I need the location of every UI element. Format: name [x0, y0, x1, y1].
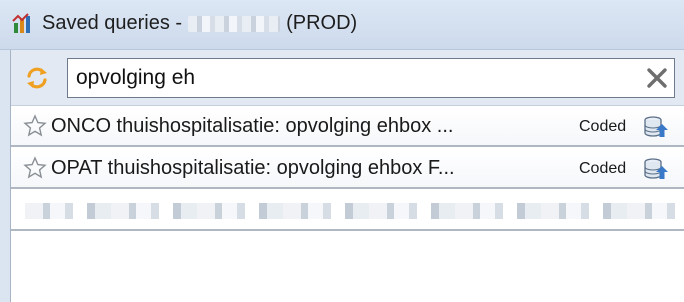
window-title-prefix: Saved queries -	[42, 12, 183, 34]
refresh-icon[interactable]	[25, 66, 49, 90]
window-title: Saved queries - (PROD)	[42, 12, 357, 35]
query-name: ONCO thuishospitalisatie: opvolging ehbo…	[51, 115, 454, 137]
star-outline-icon[interactable]	[23, 114, 47, 138]
database-upload-icon[interactable]	[643, 157, 669, 181]
status-label: Coded	[579, 160, 627, 177]
redacted-database-name	[188, 15, 281, 32]
list-item[interactable]: OPAT thuishospitalisatie: opvolging ehbo…	[11, 149, 684, 189]
title-bar: Saved queries - (PROD)	[0, 0, 684, 50]
redacted-content	[25, 203, 675, 219]
search-bar	[11, 50, 684, 106]
window-title-suffix: (PROD)	[286, 12, 358, 34]
search-input[interactable]	[67, 58, 675, 98]
database-upload-icon[interactable]	[643, 115, 669, 139]
saved-queries-window: Saved queries - (PROD) ONCO thuishospita…	[0, 0, 684, 302]
query-panel: ONCO thuishospitalisatie: opvolging ehbo…	[10, 50, 684, 302]
close-icon[interactable]	[643, 64, 671, 92]
app-icon	[12, 13, 30, 33]
query-name: OPAT thuishospitalisatie: opvolging ehbo…	[51, 157, 455, 179]
list-item[interactable]: ONCO thuishospitalisatie: opvolging ehbo…	[11, 107, 684, 147]
redacted-list-item[interactable]	[11, 191, 684, 231]
star-outline-icon[interactable]	[23, 156, 47, 180]
status-label: Coded	[579, 118, 627, 135]
